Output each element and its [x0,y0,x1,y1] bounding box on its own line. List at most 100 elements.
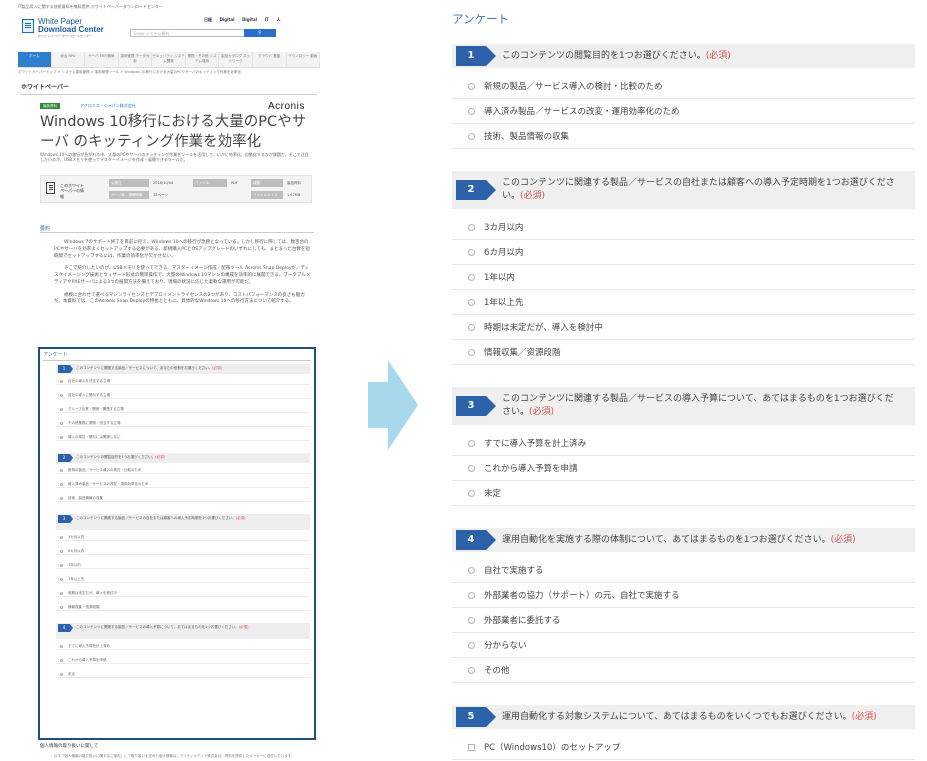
option-label: 新規の製品／サービス導入の検討・比較のため [484,82,663,92]
survey-option[interactable]: 情報収集／资源段階 [56,603,310,611]
search-button[interactable]: ⚲ [244,29,276,37]
radio-button[interactable] [468,249,475,256]
radio-button[interactable] [60,549,63,553]
partner-icon[interactable]: IT [265,17,269,22]
radio-button[interactable] [60,672,63,676]
survey-option[interactable]: PC（Windows10）のセットアップ [452,736,915,760]
site-logo[interactable]: White Paper Download Center ホワイトペーパーダウンロ… [22,17,142,39]
survey-option[interactable]: 情報収集／资源段階 [452,341,915,365]
radio-button[interactable] [468,490,475,497]
radio-button[interactable] [468,349,475,356]
survey-option[interactable]: 導入の検討・関与には関係しない [56,433,310,441]
radio-button[interactable] [468,667,475,674]
survey-option[interactable]: 3カ月以内 [56,533,310,541]
radio-button[interactable] [468,617,475,624]
radio-button[interactable] [60,605,63,609]
radio-button[interactable] [60,563,63,567]
survey-option[interactable]: 外部業者に委託する [452,609,915,633]
radio-button[interactable] [468,108,475,115]
nav-item[interactable]: 運用管理 データ分析 [119,52,153,67]
survey-option[interactable]: 自社で実施する [452,559,915,583]
survey-option[interactable]: 6カ月以内 [452,241,915,265]
required-marker: (必須) [235,516,246,520]
radio-button[interactable] [468,642,475,649]
info-header: ファイル [193,179,227,187]
radio-button[interactable] [60,644,63,648]
survey-option[interactable]: 新規の製品／サービス導入の検討・比較のため [56,466,310,474]
survey-option[interactable]: その他業務に関係・担当する立場 [56,419,310,427]
vendor-link[interactable]: アクロニス・ジャパン株式会社 [80,103,136,108]
survey-option[interactable]: すでに導入予算を計上済み [56,642,310,650]
breadcrumb[interactable]: ホワイトペーパートップ > システム運用管理 > 運用管理ツール > Windo… [18,70,320,75]
nav-item[interactable]: 総合 RPA [52,52,86,67]
question-text: このコンテンツに関連する製品／サービスの自社または顧客への導入予定時期を1つお選… [502,177,902,203]
survey-option[interactable]: これから導入予算を申請 [56,656,310,664]
question-label: このコンテンツに関連する製品／サービスの導入予算について、あてはまるものを1つお… [76,625,239,629]
partner-icon[interactable]: Digital [242,17,257,22]
survey-option[interactable]: グループ企業・関係・関連する立場 [56,405,310,413]
option-label: これから導入予算を申請 [68,658,107,662]
survey-option[interactable]: 1年以上先 [56,575,310,583]
option-label: すでに導入予算を計上済み [484,439,587,449]
nav-item[interactable]: セキュリティ システム開発 [152,52,186,67]
nav-item[interactable]: 業務・その他 システム運用 [186,52,220,67]
checkbox[interactable] [468,744,475,751]
nav-item[interactable]: サーバ ERP/基幹 [85,52,119,67]
radio-button[interactable] [60,407,63,411]
radio-button[interactable] [468,567,475,574]
radio-button[interactable] [60,393,63,397]
survey-option[interactable]: すでに導入予算を計上済み [452,432,915,456]
nav-item[interactable]: 製品カタログ ネットワーク [219,52,253,67]
survey-option[interactable]: 外部業者の協力（サポート）の元、自社で実施する [452,584,915,608]
option-label: 自社で実施する [484,566,544,576]
lead-text: Windows 10への移行が急がれる中、大量のPCやサーバのキッティング作業を… [40,152,309,163]
survey-option[interactable]: その他 [452,659,915,683]
survey-option[interactable]: 時期は未定だが、導入を検討中 [452,316,915,340]
radio-button[interactable] [60,379,63,383]
arrow-shape [368,360,418,450]
survey-option[interactable]: 技術、製品情報の収集 [452,125,915,149]
radio-button[interactable] [60,591,63,595]
survey-option[interactable]: 自社の導入に関与する立場 [56,391,310,399]
survey-option[interactable]: 時期は未定だが、導入を検討中 [56,589,310,597]
person-icon[interactable]: 人 [276,17,280,22]
radio-button[interactable] [60,496,63,500]
survey-option[interactable]: 3カ月以内 [452,216,915,240]
radio-button[interactable] [468,274,475,281]
survey-option[interactable]: 自社の導入を決定する立場 [56,377,310,385]
radio-button[interactable] [60,535,63,539]
survey-option[interactable]: 分からない [452,634,915,658]
survey-option[interactable]: 1年以内 [56,561,310,569]
survey-option[interactable]: 技術、製品情報の収集 [56,494,310,502]
radio-button[interactable] [60,658,63,662]
survey-option[interactable]: 新規の製品／サービス導入の検討・比較のため [452,75,915,99]
radio-button[interactable] [468,465,475,472]
radio-button[interactable] [60,482,63,486]
radio-button[interactable] [468,592,475,599]
radio-button[interactable] [60,421,63,425]
nav-item[interactable]: テクノロジー 動画 [287,52,320,67]
radio-button[interactable] [468,324,475,331]
option-label: 未定 [68,672,75,676]
survey-option[interactable]: 未定 [452,482,915,506]
radio-button[interactable] [468,440,475,447]
survey-option[interactable]: 未定 [56,670,310,678]
radio-button[interactable] [468,133,475,140]
survey-option[interactable]: 導入済み製品／サービスの改変・運用効率化のため [452,100,915,124]
partner-icon[interactable]: Digital [220,17,235,22]
radio-button[interactable] [468,224,475,231]
survey-option[interactable]: 6カ月以内 [56,547,310,555]
radio-button[interactable] [60,468,63,472]
nav-item-home[interactable]: ホーム [18,52,52,67]
radio-button[interactable] [60,577,63,581]
survey-option[interactable]: 1年以上先 [452,291,915,315]
radio-button[interactable] [60,435,63,439]
survey-option[interactable]: これから導入予算を申請 [452,457,915,481]
survey-option[interactable]: 導入済み製品／サービスの改変・運用効率化のため [56,480,310,488]
radio-button[interactable] [468,299,475,306]
survey-option[interactable]: 1年以内 [452,266,915,290]
partner-icon[interactable]: 日経 [204,17,212,22]
option-label: 6カ月以内 [484,248,524,258]
radio-button[interactable] [468,83,475,90]
nav-item[interactable]: クラウド 基盤 [253,52,287,67]
